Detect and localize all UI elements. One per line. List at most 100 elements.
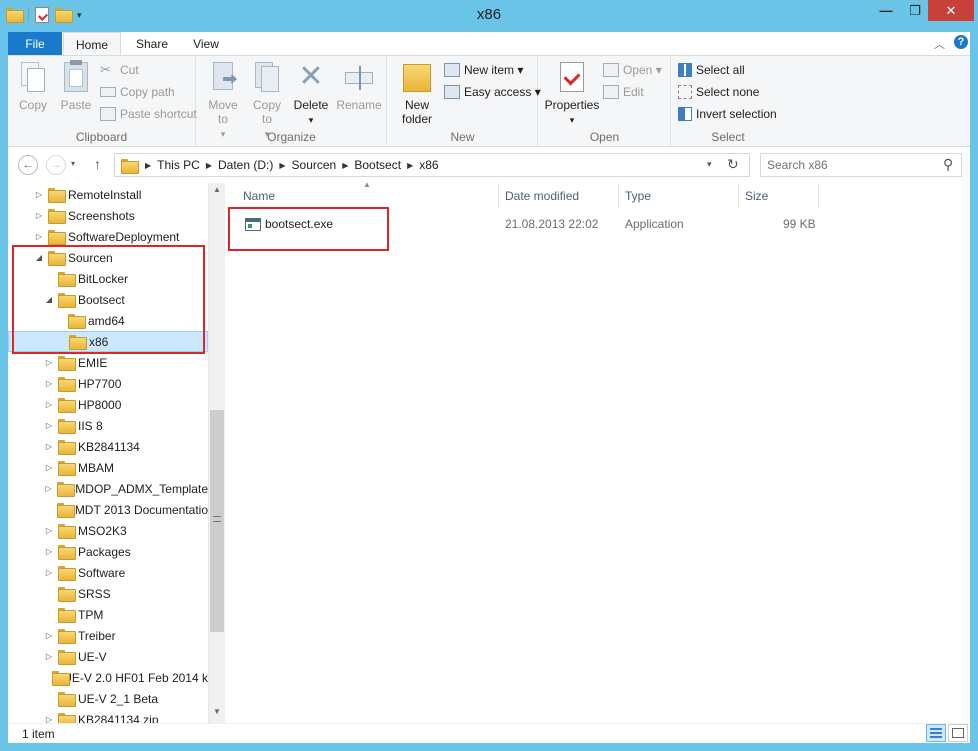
tree-item[interactable]: UE-V 2_1 Beta: [8, 688, 208, 709]
file-name[interactable]: bootsect.exe: [265, 217, 333, 231]
chevron-collapsed-icon[interactable]: ▷: [44, 547, 54, 556]
tree-item[interactable]: ▷ MSO2K3: [8, 520, 208, 541]
chevron-collapsed-icon[interactable]: ▷: [44, 400, 54, 409]
chevron-collapsed-icon[interactable]: ▷: [44, 526, 54, 535]
chevron-collapsed-icon[interactable]: ▷: [44, 484, 53, 493]
breadcrumb-daten[interactable]: Daten (D:): [218, 158, 273, 172]
invert-selection-button[interactable]: Invert selection: [678, 104, 777, 124]
tree-item[interactable]: SRSS: [8, 583, 208, 604]
open-button[interactable]: Open ▾: [603, 60, 662, 80]
maximize-button[interactable]: ❐: [902, 0, 928, 21]
details-view-button[interactable]: [926, 724, 946, 742]
chevron-collapsed-icon[interactable]: ▷: [44, 652, 54, 661]
search-box[interactable]: ⚲: [760, 153, 962, 177]
properties-button[interactable]: Properties ▾: [543, 60, 601, 126]
breadcrumb-this-pc[interactable]: This PC: [157, 158, 200, 172]
tree-item[interactable]: ▷ IIS 8: [8, 415, 208, 436]
easy-access-button[interactable]: Easy access ▾: [444, 82, 541, 102]
address-history-button[interactable]: ▾: [707, 159, 712, 170]
chevron-right-icon[interactable]: ▶: [206, 161, 212, 170]
up-button[interactable]: ↑: [94, 156, 101, 172]
chevron-right-icon[interactable]: ▶: [407, 161, 413, 170]
select-none-button[interactable]: Select none: [678, 82, 759, 102]
tree-item[interactable]: ▷ EMIE: [8, 352, 208, 373]
chevron-right-icon[interactable]: ▶: [342, 161, 348, 170]
help-icon[interactable]: ?: [954, 35, 968, 49]
table-row[interactable]: bootsect.exe 21.08.2013 22:02 Applicatio…: [233, 213, 823, 235]
breadcrumb-x86[interactable]: x86: [419, 158, 438, 172]
cut-button[interactable]: ✂ Cut: [100, 60, 139, 80]
tree-item[interactable]: ▷ MDOP_ADMX_Template: [8, 478, 208, 499]
chevron-right-icon[interactable]: ▶: [279, 161, 285, 170]
scroll-up-icon[interactable]: ▲: [213, 185, 221, 194]
paste-shortcut-button[interactable]: Paste shortcut: [100, 104, 197, 124]
chevron-collapsed-icon[interactable]: ▷: [44, 715, 54, 723]
tree-item[interactable]: ▷ RemoteInstall: [8, 184, 208, 205]
tab-file[interactable]: File: [8, 32, 62, 56]
search-icon[interactable]: ⚲: [943, 156, 953, 173]
tree-item[interactable]: ▷ Screenshots: [8, 205, 208, 226]
minimize-button[interactable]: —: [872, 0, 900, 21]
chevron-collapsed-icon[interactable]: ▷: [44, 442, 54, 451]
large-icons-view-button[interactable]: [948, 724, 968, 742]
tab-share[interactable]: Share: [130, 32, 174, 56]
collapse-ribbon-icon[interactable]: ︿: [934, 36, 945, 52]
new-folder-button[interactable]: New folder: [394, 60, 440, 126]
chevron-collapsed-icon[interactable]: ▷: [44, 463, 54, 472]
tab-home[interactable]: Home: [63, 32, 121, 56]
chevron-collapsed-icon[interactable]: ▷: [44, 631, 54, 640]
chevron-collapsed-icon[interactable]: ▷: [34, 211, 44, 220]
tree-item[interactable]: ▷ Packages: [8, 541, 208, 562]
column-header-size[interactable]: Size: [739, 183, 819, 209]
tree-item[interactable]: ▷ MBAM: [8, 457, 208, 478]
select-all-button[interactable]: Select all: [678, 60, 745, 80]
tree-item[interactable]: ▷ HP8000: [8, 394, 208, 415]
tree-item[interactable]: amd64: [8, 310, 208, 331]
tree-item[interactable]: ▷ Software: [8, 562, 208, 583]
tree-item[interactable]: BitLocker: [8, 268, 208, 289]
copy-path-button[interactable]: Copy path: [100, 82, 175, 102]
tree-item[interactable]: ▷ KB2841134.zip: [8, 709, 208, 723]
back-button[interactable]: ←: [18, 155, 38, 175]
tree-item[interactable]: ▷ KB2841134: [8, 436, 208, 457]
scrollbar-thumb[interactable]: [210, 410, 224, 632]
chevron-collapsed-icon[interactable]: ▷: [44, 568, 54, 577]
column-header-date-modified[interactable]: Date modified: [499, 183, 619, 209]
navigation-pane-scrollbar[interactable]: ▲ ▼: [208, 183, 225, 723]
address-bar[interactable]: ▶ This PC ▶ Daten (D:) ▶ Sourcen ▶ Boots…: [114, 153, 750, 177]
column-header-name[interactable]: Name: [237, 183, 499, 209]
tree-item[interactable]: MDT 2013 Documentatio: [8, 499, 208, 520]
tree-item[interactable]: TPM: [8, 604, 208, 625]
new-item-button[interactable]: New item ▾: [444, 60, 523, 80]
copy-button[interactable]: Copy: [14, 60, 52, 112]
close-button[interactable]: ✕: [928, 0, 974, 21]
chevron-collapsed-icon[interactable]: ▷: [44, 421, 54, 430]
chevron-collapsed-icon[interactable]: ▷: [34, 190, 44, 199]
refresh-icon[interactable]: ↻: [727, 156, 739, 173]
paste-button[interactable]: Paste: [56, 60, 96, 112]
chevron-expanded-icon[interactable]: ◢: [44, 295, 54, 304]
tree-item[interactable]: x86: [8, 331, 208, 352]
tree-item[interactable]: ▷ UE-V: [8, 646, 208, 667]
forward-button[interactable]: →: [46, 155, 66, 175]
chevron-collapsed-icon[interactable]: ▷: [44, 358, 54, 367]
tree-item[interactable]: ▷ Treiber: [8, 625, 208, 646]
chevron-expanded-icon[interactable]: ◢: [34, 253, 44, 262]
tree-item[interactable]: ▷ SoftwareDeployment: [8, 226, 208, 247]
search-input[interactable]: [767, 158, 937, 172]
delete-button[interactable]: ✕ Delete ▾: [291, 60, 331, 126]
chevron-collapsed-icon[interactable]: ▷: [34, 232, 44, 241]
rename-button[interactable]: Rename: [335, 60, 383, 112]
copy-to-button[interactable]: Copy to ▾: [247, 60, 287, 140]
column-header-type[interactable]: Type: [619, 183, 739, 209]
breadcrumb-sourcen[interactable]: Sourcen: [292, 158, 337, 172]
tree-item[interactable]: ◢ Sourcen: [8, 247, 208, 268]
chevron-collapsed-icon[interactable]: ▷: [44, 379, 54, 388]
tab-view[interactable]: View: [186, 32, 226, 56]
recent-locations-button[interactable]: ▾: [71, 159, 75, 168]
scroll-down-icon[interactable]: ▼: [213, 707, 221, 716]
tree-item[interactable]: ▷ HP7700: [8, 373, 208, 394]
breadcrumb-bootsect[interactable]: Bootsect: [354, 158, 401, 172]
tree-item[interactable]: UE-V 2.0 HF01 Feb 2014 k: [8, 667, 208, 688]
move-to-button[interactable]: Move to ▾: [203, 60, 243, 140]
